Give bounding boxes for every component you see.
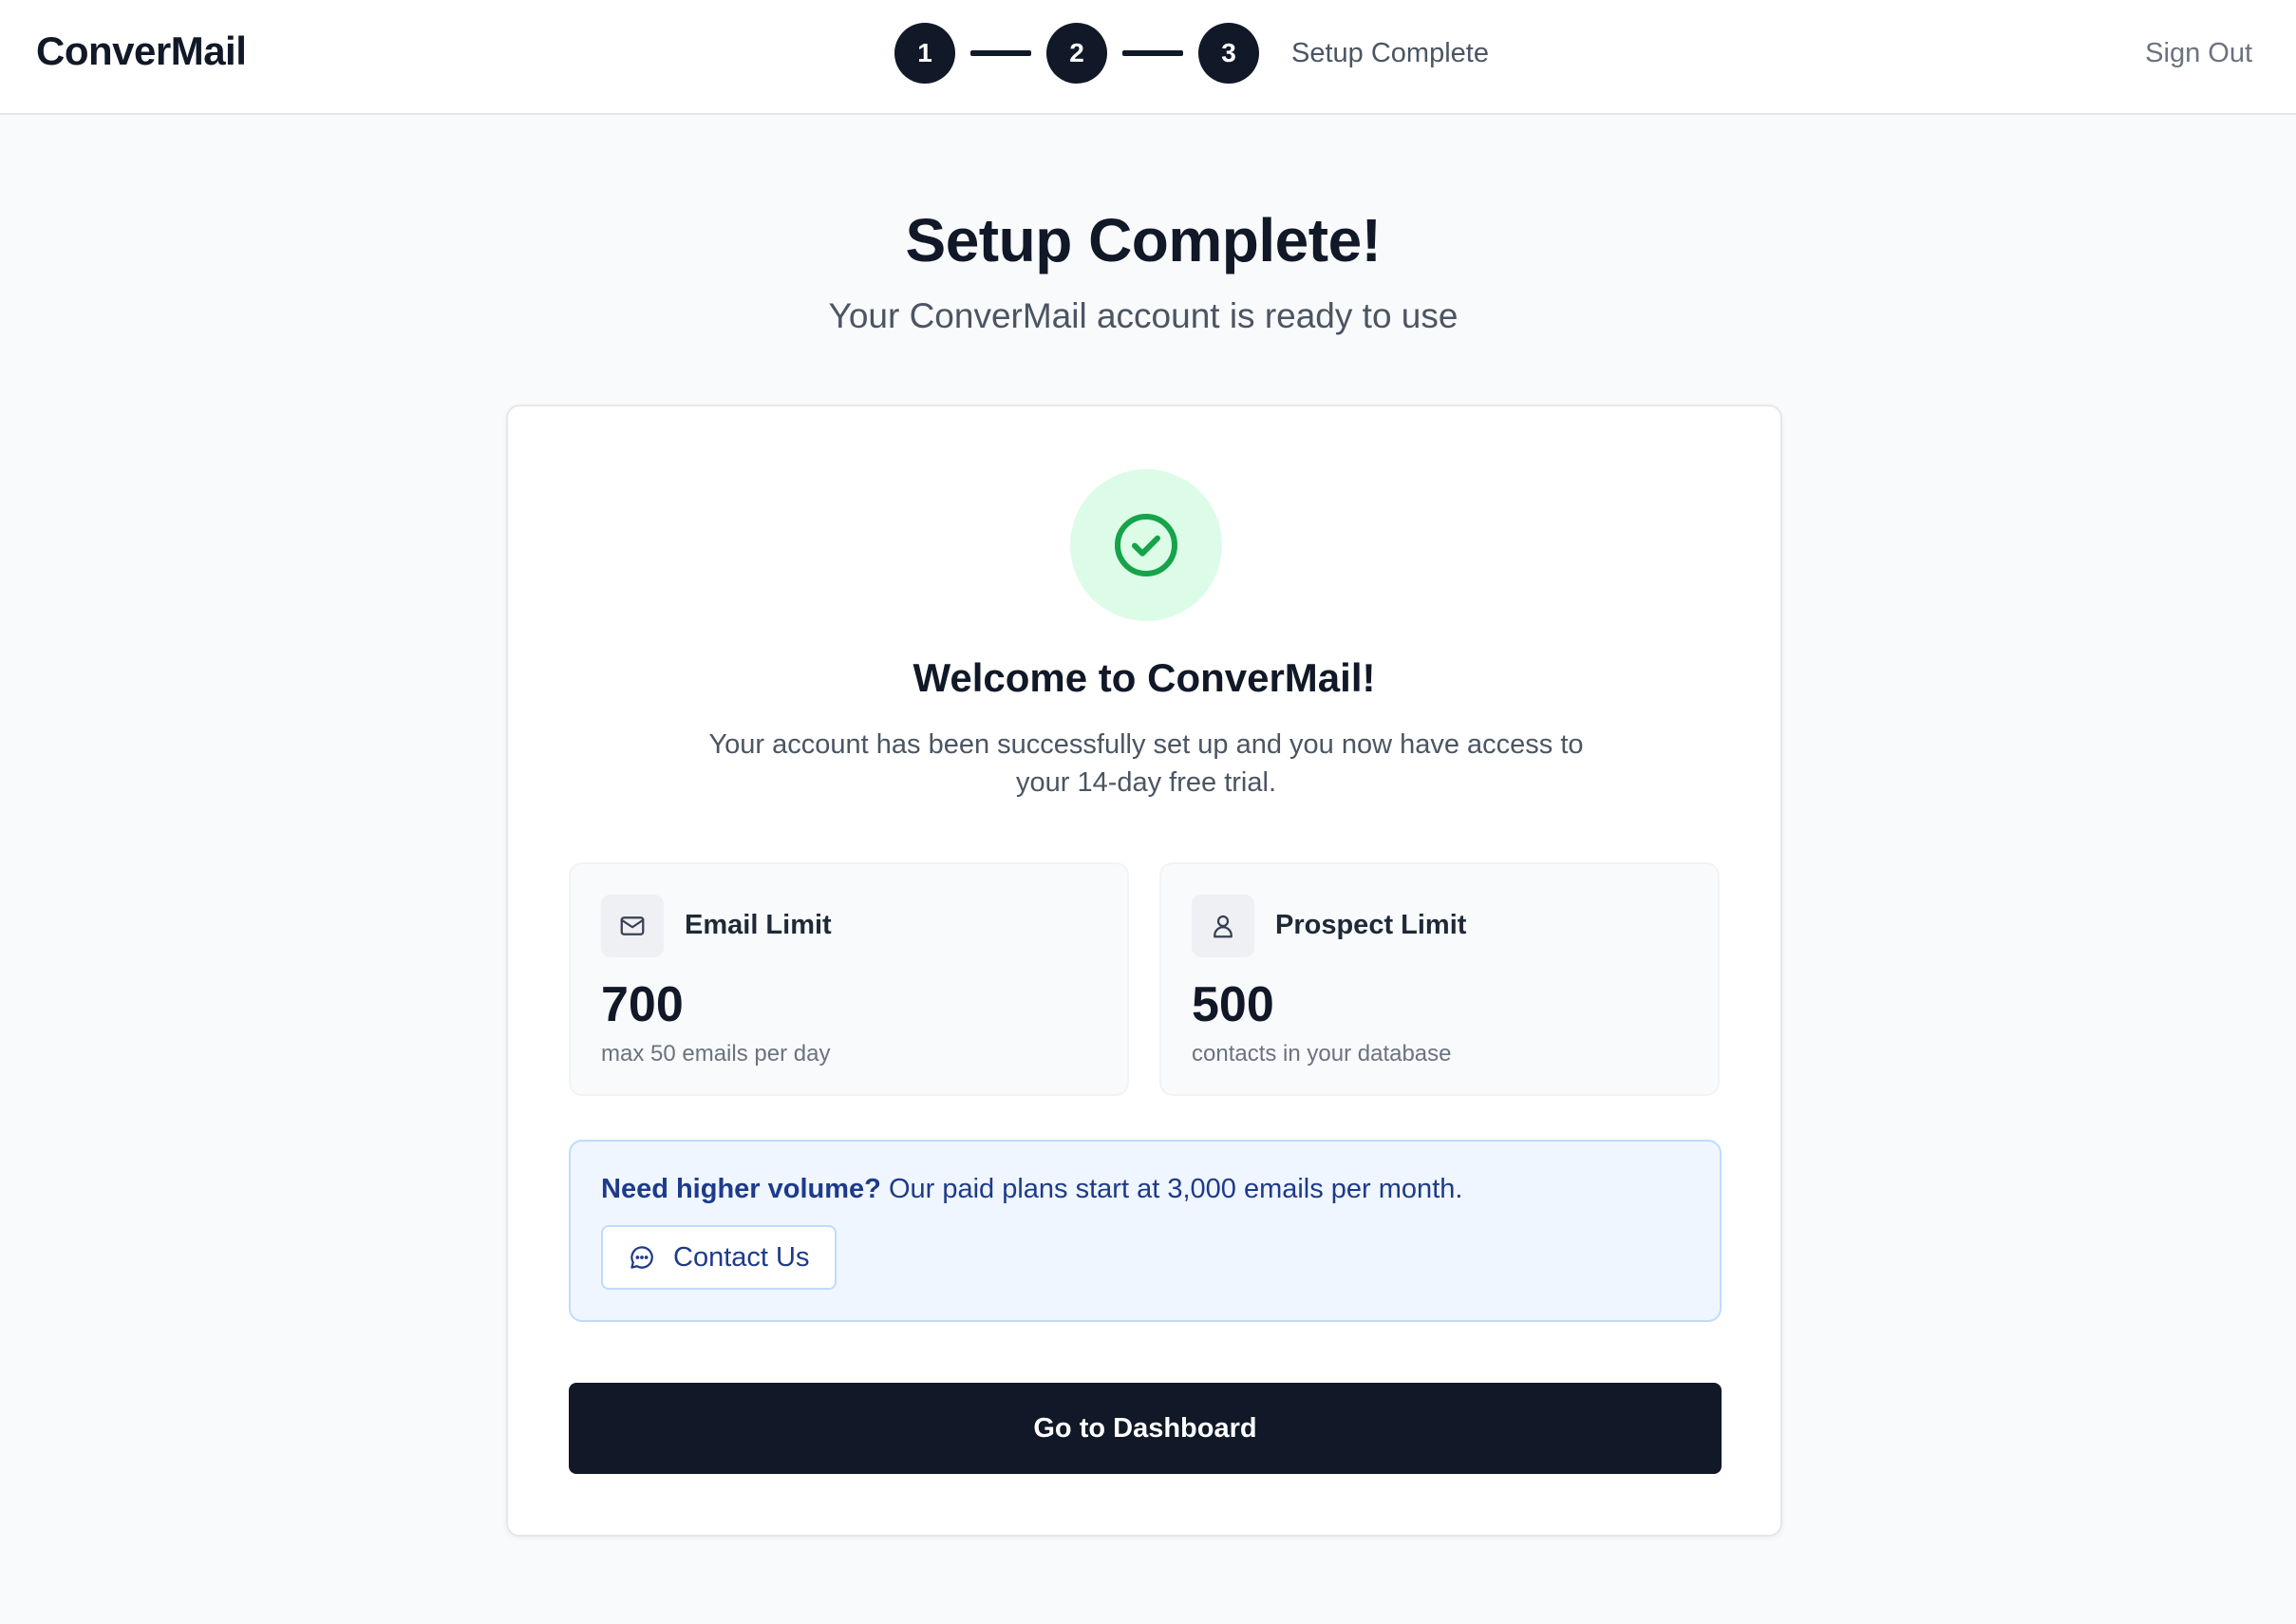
contact-us-label: Contact Us <box>673 1241 810 1273</box>
email-limit-title: Email Limit <box>685 910 832 940</box>
current-step-label: Setup Complete <box>1291 37 1489 68</box>
progress-stepper: 1 2 3 Setup Complete <box>894 23 1489 84</box>
go-to-dashboard-label: Go to Dashboard <box>1033 1412 1257 1444</box>
step-connector <box>970 50 1031 56</box>
contact-us-button[interactable]: Contact Us <box>601 1225 837 1290</box>
mail-icon <box>601 895 664 957</box>
promo-text: Need higher volume? Our paid plans start… <box>601 1174 1462 1205</box>
step-1-indicator: 1 <box>894 23 955 84</box>
sign-out-link[interactable]: Sign Out <box>2145 38 2252 69</box>
chat-bubble-icon <box>630 1246 653 1269</box>
promo-bold-text: Need higher volume? <box>601 1174 881 1204</box>
top-navigation-bar: ConverMail 1 2 3 Setup Complete Sign Out <box>0 0 2296 115</box>
page-subtitle: Your ConverMail account is ready to use <box>828 296 1459 335</box>
upgrade-promo-box: Need higher volume? Our paid plans start… <box>569 1140 1722 1322</box>
prospect-limit-value: 500 <box>1192 977 1274 1032</box>
check-circle-icon <box>1115 514 1177 576</box>
promo-body-text: Our paid plans start at 3,000 emails per… <box>880 1174 1463 1204</box>
prospect-limit-card: Prospect Limit 500 contacts in your data… <box>1159 862 1720 1096</box>
step-2-indicator: 2 <box>1046 23 1107 84</box>
welcome-description: Your account has been successfully set u… <box>708 729 1584 798</box>
page-title: Setup Complete! <box>905 206 1382 274</box>
user-icon <box>1192 895 1254 957</box>
success-badge <box>1070 469 1222 621</box>
prospect-limit-title: Prospect Limit <box>1275 910 1467 940</box>
email-limit-value: 700 <box>601 977 684 1032</box>
welcome-heading: Welcome to ConverMail! <box>913 655 1376 700</box>
email-limit-caption: max 50 emails per day <box>601 1041 831 1067</box>
email-limit-card: Email Limit 700 max 50 emails per day <box>569 862 1129 1096</box>
step-3-indicator: 3 <box>1198 23 1259 84</box>
prospect-limit-caption: contacts in your database <box>1192 1041 1452 1067</box>
step-connector <box>1122 50 1183 56</box>
app-logo[interactable]: ConverMail <box>36 28 247 74</box>
setup-complete-card: Welcome to ConverMail! Your account has … <box>506 405 1782 1537</box>
go-to-dashboard-button[interactable]: Go to Dashboard <box>569 1383 1722 1474</box>
